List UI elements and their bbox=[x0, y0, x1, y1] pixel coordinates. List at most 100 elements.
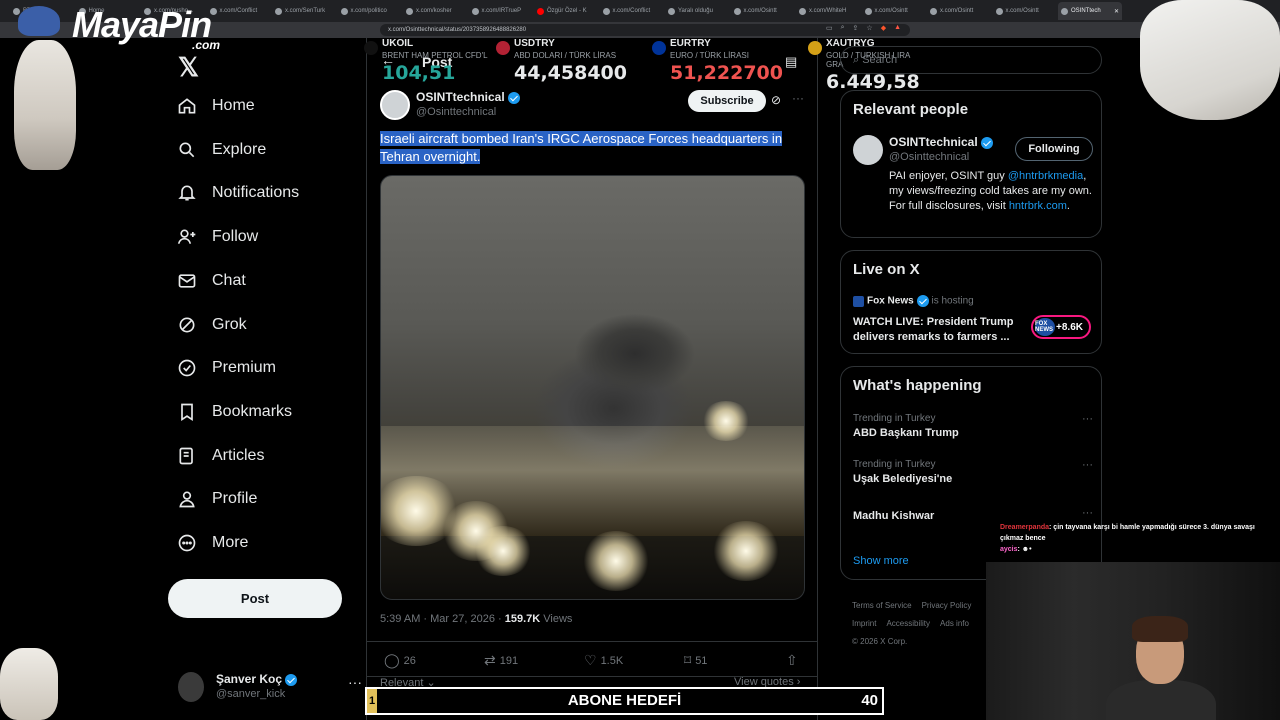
bookmark-star-icon[interactable]: ☆ bbox=[866, 24, 872, 32]
live-on-x-panel: Live on X Fox News is hosting WATCH LIVE… bbox=[840, 250, 1102, 354]
share-icon[interactable]: ⇪ bbox=[853, 24, 859, 32]
ticker-symbol: UKOIL bbox=[382, 38, 414, 49]
tweet-meta: 5:39 AM · Mar 27, 2026 · 159.7K Views bbox=[380, 613, 573, 625]
sidebar-item-follow[interactable]: Follow bbox=[176, 222, 258, 252]
show-more-link[interactable]: Show more bbox=[853, 555, 909, 567]
sidebar-item-premium[interactable]: Premium bbox=[176, 353, 276, 383]
footer-link[interactable]: Terms of Service bbox=[852, 601, 912, 610]
sidebar-item-profile[interactable]: Profile bbox=[176, 484, 257, 514]
browser-tab[interactable]: OSINTtech ✕ bbox=[1058, 2, 1122, 20]
x-logo-icon[interactable]: 𝕏 bbox=[178, 52, 199, 83]
share-button[interactable]: ⇧ bbox=[786, 652, 798, 669]
author-name[interactable]: OSINTtechnical bbox=[416, 90, 520, 104]
author-avatar[interactable] bbox=[380, 90, 410, 120]
trend-item[interactable]: Trending in Turkey Uşak Belediyesi'ne ··· bbox=[853, 459, 1093, 485]
reader-mode-icon[interactable]: ▤ bbox=[785, 54, 797, 70]
footer-links: Terms of Service Privacy Policy Imprint Acc… bbox=[852, 597, 992, 651]
website-link[interactable]: hntrbrk.com bbox=[1009, 200, 1067, 212]
chat-username: Dreamerpanda bbox=[1000, 524, 1050, 531]
trend-item[interactable]: Madhu Kishwar ··· bbox=[853, 507, 1093, 522]
close-tab-icon[interactable]: ✕ bbox=[1114, 8, 1119, 15]
ticker-value: 44,458400 bbox=[514, 62, 627, 84]
light-glow bbox=[711, 521, 781, 581]
tab-favicon-icon bbox=[930, 7, 937, 15]
browser-tab[interactable]: x.com/Osintt bbox=[927, 2, 991, 20]
footer-link[interactable]: Ads info bbox=[940, 619, 969, 628]
live-viewers-badge[interactable]: FOX NEWS +8.6K bbox=[1031, 315, 1091, 339]
following-button[interactable]: Following bbox=[1015, 137, 1093, 161]
more-dots-icon[interactable]: ··· bbox=[792, 91, 804, 105]
brave-rewards-icon[interactable]: ▲ bbox=[894, 24, 901, 32]
browser-tab[interactable]: x.com/IRTrueP bbox=[469, 2, 533, 20]
sidebar-item-chat[interactable]: Chat bbox=[176, 266, 246, 296]
sidebar-item-explore[interactable]: Explore bbox=[176, 135, 266, 165]
tab-favicon-icon bbox=[799, 7, 806, 15]
person-icon bbox=[176, 488, 198, 510]
sidebar-item-notifications[interactable]: Notifications bbox=[176, 178, 299, 208]
light-glow bbox=[701, 401, 751, 441]
sidebar-item-more[interactable]: More bbox=[176, 528, 248, 558]
tab-label: OSINTtech bbox=[1071, 8, 1101, 14]
trend-item[interactable]: Trending in Turkey ABD Başkanı Trump ··· bbox=[853, 413, 1093, 439]
avatar[interactable] bbox=[853, 135, 883, 165]
mention-link[interactable]: @hntrbrkmedia bbox=[1008, 170, 1083, 182]
grok-icon[interactable]: ⊘ bbox=[771, 93, 781, 107]
share-icon: ⇧ bbox=[786, 652, 798, 668]
more-dots-icon[interactable]: ··· bbox=[1082, 459, 1093, 471]
sidebar-item-label: Grok bbox=[212, 316, 247, 333]
author-handle[interactable]: @Osinttechnical bbox=[416, 106, 496, 118]
browser-tab[interactable]: Yaralı olduğu bbox=[665, 2, 729, 20]
bookmark-button[interactable]: ⌑ 51 bbox=[684, 652, 707, 669]
sidebar-item-grok[interactable]: Grok bbox=[176, 310, 247, 340]
repost-button[interactable]: ⇄ 191 bbox=[484, 652, 518, 669]
live-stream-title[interactable]: WATCH LIVE: President Trump delivers rem… bbox=[853, 315, 1029, 345]
tab-label: Yaralı olduğu bbox=[678, 8, 713, 14]
premium-icon bbox=[176, 357, 198, 379]
tab-label: x.com/Osintt bbox=[874, 8, 908, 14]
browser-tab[interactable]: x.com/kosher bbox=[403, 2, 467, 20]
post-button[interactable]: Post bbox=[168, 579, 342, 618]
tab-favicon-icon bbox=[668, 7, 675, 15]
brave-shield-icon[interactable]: ◆ bbox=[881, 24, 886, 32]
footer-link[interactable]: Privacy Policy bbox=[922, 601, 972, 610]
footer-link[interactable]: Accessibility bbox=[886, 619, 930, 628]
chat-username: aycis bbox=[1000, 546, 1018, 553]
sidebar-item-bookmarks[interactable]: Bookmarks bbox=[176, 397, 292, 427]
install-icon[interactable]: ▭ bbox=[826, 24, 833, 32]
tab-favicon-icon bbox=[864, 7, 872, 15]
panel-title: Relevant people bbox=[853, 101, 969, 118]
chat-message: aycis: ☻• bbox=[1000, 544, 1280, 555]
reply-button[interactable]: ◯ 26 bbox=[384, 652, 416, 669]
person-name[interactable]: OSINTtechnical bbox=[889, 135, 993, 149]
trend-topic: ABD Başkanı Trump bbox=[853, 427, 959, 439]
streamer-hair bbox=[1132, 616, 1188, 642]
browser-tab[interactable]: Özgür Özel - K bbox=[534, 2, 598, 20]
tab-label: x.com/Conflict bbox=[612, 8, 651, 14]
browser-tab[interactable]: x.com/Osintt bbox=[993, 2, 1057, 20]
sidebar-item-home[interactable]: Home bbox=[176, 91, 255, 121]
account-switcher[interactable]: Şanver Koç @sanver_kick ··· bbox=[178, 668, 362, 708]
streamer-webcam bbox=[986, 562, 1280, 720]
tweet-image[interactable] bbox=[380, 175, 805, 600]
more-dots-icon[interactable]: ··· bbox=[1082, 413, 1093, 425]
tab-label: x.com/Osintt bbox=[1005, 8, 1039, 14]
footer-link[interactable]: © 2026 X Corp. bbox=[852, 637, 907, 646]
ticker-value: 104,51 bbox=[382, 62, 456, 84]
tab-favicon-icon bbox=[602, 7, 610, 15]
sidebar-item-label: More bbox=[212, 534, 249, 551]
person-handle[interactable]: @Osinttechnical bbox=[889, 151, 969, 163]
more-dots-icon[interactable]: ··· bbox=[348, 674, 362, 690]
like-button[interactable]: ♡ 1.5K bbox=[584, 652, 623, 669]
more-dots-icon[interactable]: ··· bbox=[1082, 507, 1093, 519]
sidebar-item-articles[interactable]: Articles bbox=[176, 441, 264, 471]
search-input[interactable]: ⌕ Search bbox=[840, 46, 1102, 74]
footer-link[interactable]: Imprint bbox=[852, 619, 876, 628]
zoom-icon[interactable]: ⌕ bbox=[841, 24, 845, 32]
live-host[interactable]: Fox News is hosting bbox=[853, 295, 974, 307]
browser-tab[interactable]: x.com/Osintt bbox=[862, 2, 926, 20]
subscribe-button[interactable]: Subscribe bbox=[688, 90, 766, 112]
browser-tab[interactable]: x.com/Conflict bbox=[600, 2, 664, 20]
browser-tab[interactable]: x.com/Osintt bbox=[731, 2, 795, 20]
browser-tab[interactable]: x.com/WhiteH bbox=[796, 2, 860, 20]
heart-icon: ♡ bbox=[584, 652, 597, 668]
